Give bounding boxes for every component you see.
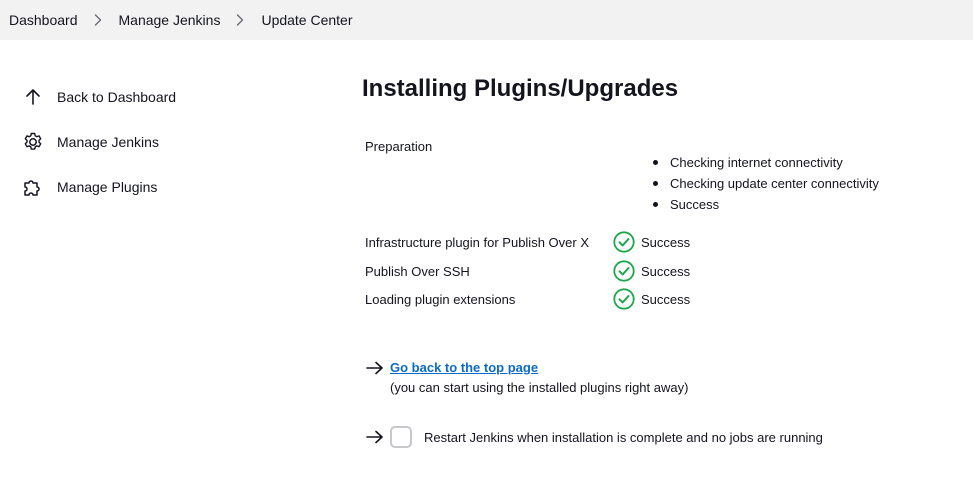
top-link-hint: (you can start using the installed plugi… (390, 380, 689, 395)
list-item: Checking internet connectivity (653, 152, 879, 173)
job-row: Infrastructure plugin for Publish Over X… (365, 229, 690, 255)
restart-row: Restart Jenkins when installation is com… (365, 426, 823, 448)
bullet-icon (653, 160, 658, 165)
job-status: Success (641, 291, 691, 307)
job-name: Loading plugin extensions (365, 291, 516, 307)
gear-icon (22, 131, 44, 153)
bullet-icon (653, 202, 658, 207)
success-check-icon (613, 288, 635, 310)
breadcrumb: Dashboard Manage Jenkins Update Center (0, 0, 973, 40)
preparation-label: Preparation (365, 139, 433, 154)
step-text: Checking update center connectivity (670, 176, 879, 191)
sidebar-item-label: Manage Jenkins (57, 133, 159, 150)
sidebar-item-label: Back to Dashboard (57, 88, 177, 105)
sidebar: Back to Dashboard Manage Jenkins Manage … (22, 74, 282, 209)
job-status: Success (641, 234, 691, 250)
step-text: Success (670, 197, 720, 212)
success-check-icon (613, 260, 635, 282)
job-status: Success (641, 263, 691, 279)
top-page-link-row: Go back to the top page (you can start u… (365, 359, 688, 396)
success-check-icon (613, 231, 635, 253)
arrow-right-icon (365, 428, 385, 446)
job-name: Infrastructure plugin for Publish Over X (365, 234, 589, 250)
sidebar-item-label: Manage Plugins (57, 178, 158, 195)
bullet-icon (653, 181, 658, 186)
breadcrumb-update-center[interactable]: Update Center (261, 12, 352, 28)
arrow-right-icon (365, 359, 385, 377)
preparation-steps: Checking internet connectivity Checking … (653, 152, 879, 215)
restart-label[interactable]: Restart Jenkins when installation is com… (424, 430, 823, 445)
list-item: Success (653, 194, 879, 215)
job-name: Publish Over SSH (365, 263, 470, 279)
go-back-top-link[interactable]: Go back to the top page (390, 359, 688, 377)
chevron-right-icon (236, 14, 246, 26)
step-text: Checking internet connectivity (670, 155, 843, 170)
puzzle-icon (22, 176, 44, 198)
arrow-up-icon (22, 86, 44, 108)
sidebar-item-back-to-dashboard[interactable]: Back to Dashboard (22, 74, 282, 119)
restart-checkbox[interactable] (390, 426, 412, 448)
page-title: Installing Plugins/Upgrades (362, 75, 679, 102)
breadcrumb-manage-jenkins[interactable]: Manage Jenkins (119, 12, 221, 28)
list-item: Checking update center connectivity (653, 173, 879, 194)
job-row: Loading plugin extensions Success (365, 286, 690, 312)
chevron-right-icon (94, 14, 104, 26)
job-row: Publish Over SSH Success (365, 258, 690, 284)
sidebar-item-manage-jenkins[interactable]: Manage Jenkins (22, 119, 282, 164)
sidebar-item-manage-plugins[interactable]: Manage Plugins (22, 164, 282, 209)
breadcrumb-dashboard[interactable]: Dashboard (9, 12, 78, 28)
